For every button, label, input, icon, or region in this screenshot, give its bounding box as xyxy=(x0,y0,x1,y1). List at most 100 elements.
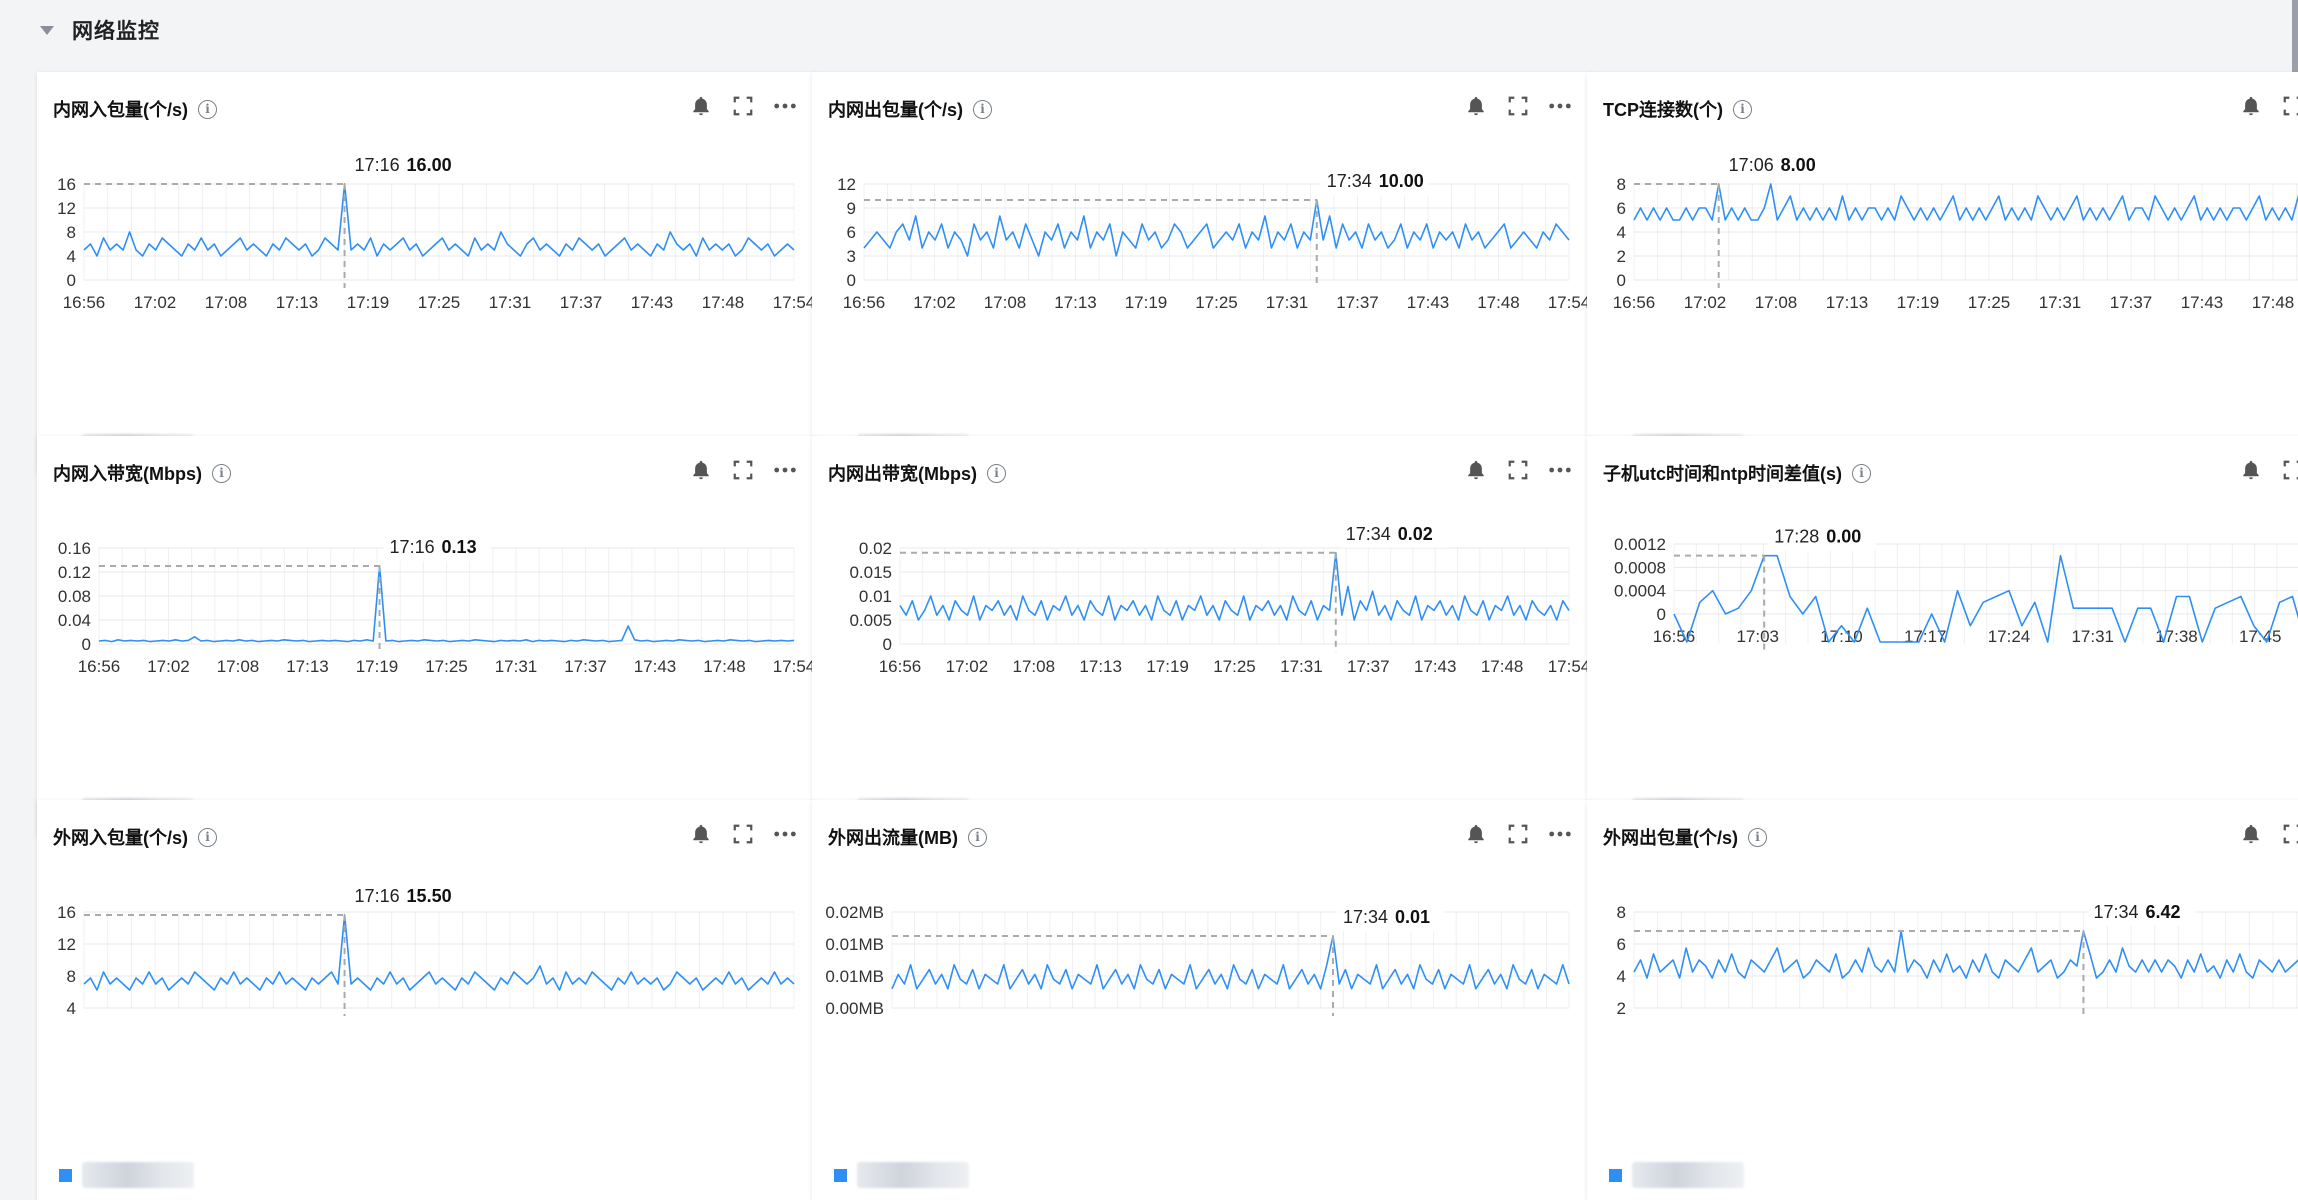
x-tick-label: 17:13 xyxy=(286,657,329,676)
tooltip-time: 17:16 xyxy=(355,155,400,175)
y-tick-label: 16 xyxy=(57,175,76,194)
tooltip-value: 16.00 xyxy=(407,155,452,175)
legend-color-swatch[interactable] xyxy=(834,1168,847,1182)
x-tick-label: 17:37 xyxy=(1336,293,1379,312)
info-icon[interactable]: i xyxy=(211,463,231,483)
panel-title-text: 外网出包量(个/s) xyxy=(1603,828,1738,848)
series-line xyxy=(1633,183,2298,221)
panel-toolbar xyxy=(689,822,797,846)
alarm-bell-icon[interactable] xyxy=(689,94,713,118)
x-tick-label: 17:08 xyxy=(1755,293,1798,312)
fullscreen-icon[interactable] xyxy=(2281,94,2298,118)
line-chart[interactable]: 4 8 12 16 17:16 15.50 xyxy=(37,870,817,1150)
y-tick-label: 12 xyxy=(57,935,76,954)
fullscreen-icon[interactable] xyxy=(2281,822,2298,846)
fullscreen-icon[interactable] xyxy=(1506,458,1530,482)
more-options-icon[interactable] xyxy=(1548,94,1572,118)
more-options-icon[interactable] xyxy=(1548,822,1572,846)
line-chart[interactable]: 0 2 4 6 8 16:56 17:02 17:08 17:13 17:19 17:25 17:31… xyxy=(1587,142,2298,422)
panel-title: 外网入包量(个/s) i xyxy=(53,824,217,850)
info-icon[interactable]: i xyxy=(198,827,217,847)
panel-title: 外网出流量(MB) i xyxy=(828,824,987,850)
x-tick-label: 17:24 xyxy=(1988,627,2031,646)
info-icon[interactable]: i xyxy=(967,827,987,847)
tooltip-time: 17:16 xyxy=(355,886,400,906)
panel-title: 子机utc时间和ntp时间差值(s) i xyxy=(1603,460,1871,486)
fullscreen-icon[interactable] xyxy=(731,94,755,118)
panel-title-text: 内网入包量(个/s) xyxy=(53,100,188,120)
y-tick-label: 8 xyxy=(67,967,76,986)
y-tick-label: 0.12 xyxy=(58,563,91,582)
info-icon[interactable]: i xyxy=(1748,827,1767,847)
x-tick-label: 17:13 xyxy=(1079,657,1122,676)
info-icon[interactable]: i xyxy=(1851,463,1871,483)
x-tick-label: 17:25 xyxy=(425,657,468,676)
alarm-bell-icon[interactable] xyxy=(1464,458,1488,482)
info-icon[interactable]: i xyxy=(986,463,1006,483)
x-tick-label: 17:02 xyxy=(946,657,989,676)
fullscreen-icon[interactable] xyxy=(2281,458,2298,482)
y-tick-label: 4 xyxy=(67,247,76,266)
alarm-bell-icon[interactable] xyxy=(689,822,713,846)
info-icon[interactable]: i xyxy=(1733,99,1752,119)
line-chart[interactable]: 0 3 6 9 12 16:56 17:02 17:08 17:13 17:19 17:25 17:3… xyxy=(812,142,1592,422)
more-options-icon[interactable] xyxy=(773,822,797,846)
more-options-icon[interactable] xyxy=(1548,458,1572,482)
x-tick-label: 17:13 xyxy=(1054,293,1097,312)
y-tick-label: 2 xyxy=(1617,999,1626,1018)
legend-color-swatch[interactable] xyxy=(59,1168,72,1182)
x-tick-label: 17:02 xyxy=(913,293,956,312)
x-tick-label: 17:37 xyxy=(2110,293,2153,312)
section-header[interactable]: 网络监控 xyxy=(40,10,160,50)
legend-color-swatch[interactable] xyxy=(1609,1168,1622,1182)
x-tick-label: 17:43 xyxy=(1414,657,1457,676)
fullscreen-icon[interactable] xyxy=(1506,94,1530,118)
more-options-icon[interactable] xyxy=(773,458,797,482)
panel-title-text: 外网出流量(MB) xyxy=(828,828,958,848)
chart-legend xyxy=(59,1162,232,1188)
tooltip-time: 17:34 xyxy=(1346,524,1391,544)
fullscreen-icon[interactable] xyxy=(731,458,755,482)
panel-title-text: TCP连接数(个) xyxy=(1603,100,1723,120)
y-tick-label: 16 xyxy=(57,903,76,922)
line-chart[interactable]: 0 0.005 0.01 0.015 0.02 16:56 17:02 17:08 17:13 1… xyxy=(812,506,1592,786)
y-tick-label: 0.0004 xyxy=(1614,582,1666,601)
y-tick-label: 0 xyxy=(82,635,91,654)
alarm-bell-icon[interactable] xyxy=(689,458,713,482)
fullscreen-icon[interactable] xyxy=(1506,822,1530,846)
panel-toolbar xyxy=(1464,458,1572,482)
metric-panel: 外网出包量(个/s) i 2 4 6 8 17:34 6.42 xyxy=(1587,800,2298,1200)
fullscreen-icon[interactable] xyxy=(731,822,755,846)
x-tick-label: 16:56 xyxy=(63,293,106,312)
alarm-bell-icon[interactable] xyxy=(2239,458,2263,482)
alarm-bell-icon[interactable] xyxy=(2239,822,2263,846)
alarm-bell-icon[interactable] xyxy=(1464,94,1488,118)
x-tick-label: 17:54 xyxy=(773,657,816,676)
metric-panel: 子机utc时间和ntp时间差值(s) i 0 0.0004 0.0008 0.0012… xyxy=(1587,436,2298,836)
x-tick-label: 17:43 xyxy=(1407,293,1450,312)
info-icon[interactable]: i xyxy=(973,99,992,119)
y-tick-label: 0.01 xyxy=(859,587,892,606)
line-chart[interactable]: 2 4 6 8 17:34 6.42 xyxy=(1587,870,2298,1150)
x-tick-label: 17:19 xyxy=(356,657,399,676)
line-chart[interactable]: 0.00MB 0.01MB 0.01MB 0.02MB 17:34 0.01 xyxy=(812,870,1592,1150)
line-chart[interactable]: 0 4 8 12 16 16:56 17:02 17:08 17:13 17:19 17:25 17:… xyxy=(37,142,817,422)
y-tick-label: 9 xyxy=(847,199,856,218)
info-icon[interactable]: i xyxy=(198,99,217,119)
panel-title: 内网入带宽(Mbps) i xyxy=(53,460,231,486)
x-tick-label: 17:48 xyxy=(1481,657,1524,676)
line-chart[interactable]: 00.00040.00080.001216:56 17:03 17:10 17:17 1… xyxy=(1587,506,2298,786)
collapse-caret-icon[interactable] xyxy=(40,25,54,35)
section-title: 网络监控 xyxy=(72,20,160,43)
x-tick-label: 17:31 xyxy=(1266,293,1309,312)
x-tick-label: 17:08 xyxy=(1013,657,1056,676)
panel-title-text: 子机utc时间和ntp时间差值(s) xyxy=(1603,464,1842,484)
alarm-bell-icon[interactable] xyxy=(1464,822,1488,846)
line-chart[interactable]: 0 0.04 0.08 0.12 0.16 16:56 17:02 17:08 17:13 17:… xyxy=(37,506,817,786)
y-tick-label: 4 xyxy=(1617,223,1626,242)
more-options-icon[interactable] xyxy=(773,94,797,118)
x-tick-label: 17:02 xyxy=(1684,293,1727,312)
alarm-bell-icon[interactable] xyxy=(2239,94,2263,118)
tooltip: 17:16 16.00 xyxy=(348,149,457,179)
x-tick-label: 17:43 xyxy=(2181,293,2224,312)
